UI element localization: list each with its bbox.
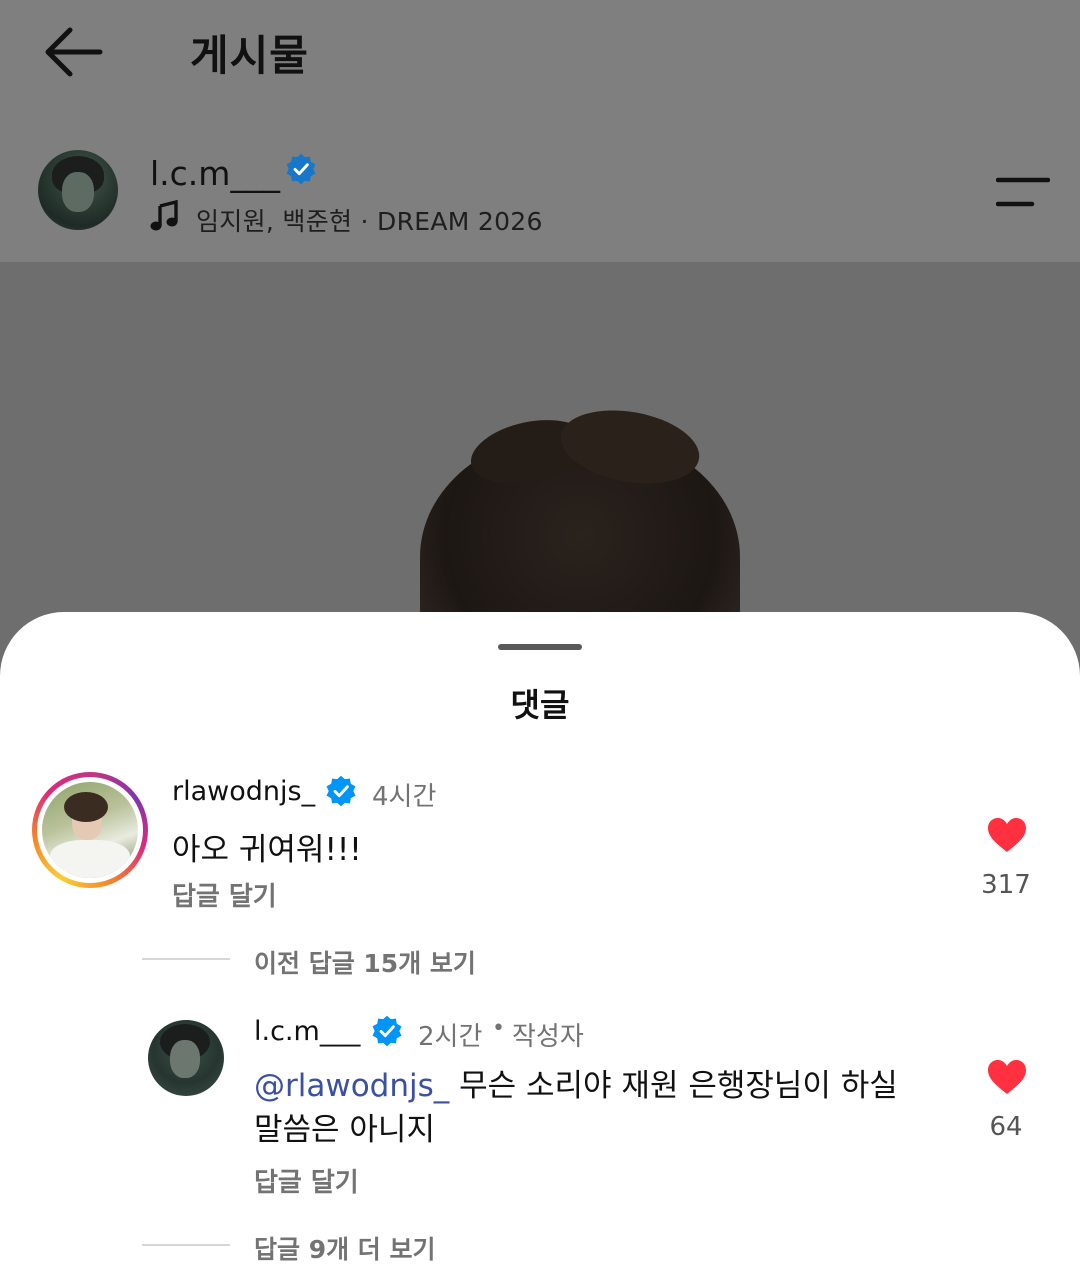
reply-username[interactable]: l.c.m___ bbox=[254, 1016, 360, 1047]
reply-button[interactable]: 답글 달기 bbox=[254, 1162, 359, 1199]
heart-icon[interactable] bbox=[986, 1058, 1028, 1096]
reply-text: @rlawodnjs_ 무슨 소리야 재원 은행장님이 하실 말씀은 아니지 bbox=[254, 1064, 914, 1152]
heart-icon[interactable] bbox=[986, 816, 1028, 854]
reply-author-avatar[interactable] bbox=[148, 1020, 224, 1096]
comments-sheet: 댓글 rlawodnjs_ 4시간 아오 귀여워!!! 답글 달기 317 이전… bbox=[0, 612, 1080, 1277]
post-author-avatar[interactable] bbox=[38, 150, 118, 230]
menu-icon[interactable] bbox=[996, 176, 1050, 208]
reply-time: 2시간 bbox=[418, 1022, 483, 1052]
music-note-icon bbox=[150, 200, 178, 231]
thread-line bbox=[142, 1244, 230, 1246]
top-bar: 게시물 bbox=[0, 0, 1080, 110]
author-label: 작성자 bbox=[512, 1022, 584, 1052]
comment-time: 4시간 bbox=[372, 782, 437, 812]
reply-button[interactable]: 답글 달기 bbox=[172, 876, 277, 913]
reply-like-count: 64 bbox=[989, 1112, 1023, 1142]
sheet-title: 댓글 bbox=[510, 686, 570, 724]
comment-text: 아오 귀여워!!! bbox=[172, 832, 362, 868]
verified-badge-icon bbox=[372, 1015, 402, 1047]
verified-badge-icon bbox=[326, 775, 356, 807]
comment-like-count: 317 bbox=[981, 870, 1031, 900]
post-author-username[interactable]: l.c.m___ bbox=[150, 154, 280, 193]
post-header: l.c.m___ 임지원, 백준현 · DREAM 2026 bbox=[0, 110, 1080, 262]
mention-link[interactable]: @rlawodnjs_ bbox=[254, 1068, 449, 1104]
thread-line bbox=[142, 958, 230, 960]
separator-dot: • bbox=[492, 1016, 505, 1041]
sheet-drag-handle[interactable] bbox=[498, 644, 582, 650]
back-arrow-icon[interactable] bbox=[40, 24, 106, 80]
page-title: 게시물 bbox=[190, 31, 309, 80]
view-previous-replies[interactable]: 이전 답글 15개 보기 bbox=[254, 944, 476, 980]
music-track[interactable]: 임지원, 백준현 · DREAM 2026 bbox=[196, 202, 543, 238]
verified-badge-icon bbox=[286, 153, 316, 185]
commenter-avatar[interactable] bbox=[32, 772, 148, 888]
comment-username[interactable]: rlawodnjs_ bbox=[172, 776, 315, 807]
view-more-replies[interactable]: 답글 9개 더 보기 bbox=[254, 1230, 436, 1266]
